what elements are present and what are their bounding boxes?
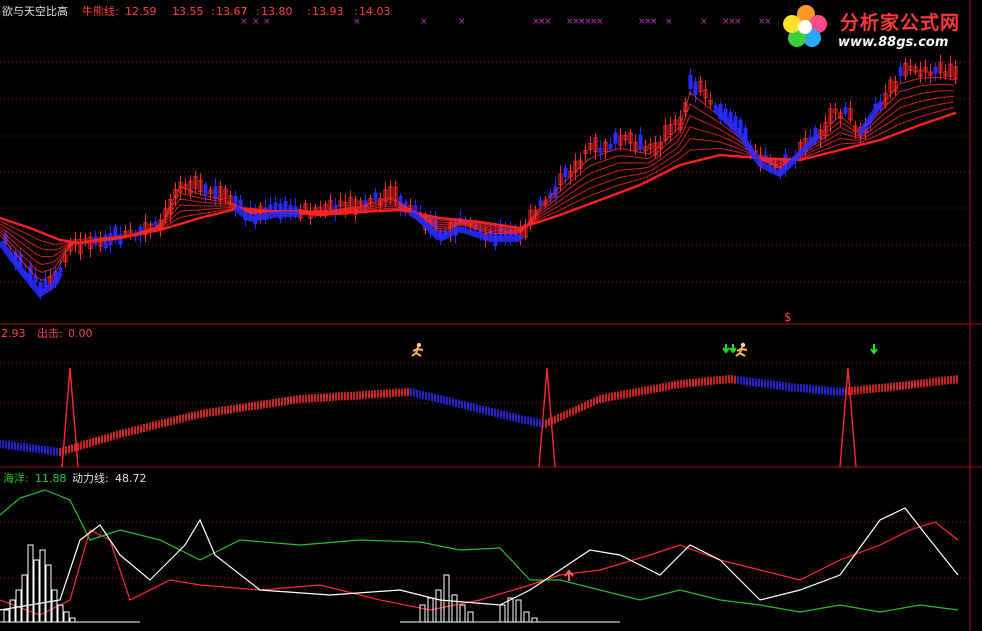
candle-body — [43, 279, 48, 288]
histogram-bar — [451, 594, 458, 623]
power-white-line — [0, 507, 959, 611]
candle-body — [613, 132, 618, 144]
line-value-2: 13.55 — [172, 5, 204, 18]
logo-title: 分析家公式网 — [840, 12, 961, 34]
histogram-bar — [523, 611, 530, 623]
cross-marker: × — [240, 17, 248, 27]
candle-body — [598, 147, 603, 154]
candle-body — [563, 167, 568, 178]
runner-icon — [411, 342, 424, 357]
cross-marker: × — [734, 17, 742, 27]
candle-body — [933, 66, 938, 74]
candle-body — [738, 119, 743, 132]
candle-body — [688, 74, 693, 89]
histogram-bar — [531, 617, 538, 623]
candle-body — [843, 107, 848, 114]
ocean-label: 海洋: — [3, 472, 29, 485]
histogram-bar — [459, 604, 466, 623]
histogram-bar — [507, 597, 514, 623]
candle-body — [373, 192, 378, 201]
histogram-bar — [467, 611, 474, 623]
histogram-bar — [3, 609, 10, 623]
ma-line — [0, 83, 955, 274]
candle-body — [153, 221, 158, 227]
candle-body — [638, 134, 643, 150]
line-value-3: 13.67 — [216, 5, 248, 18]
cross-marker: × — [458, 17, 466, 27]
candle-body — [283, 200, 288, 212]
mid-value: 2.93 — [1, 327, 26, 340]
cross-marker: × — [252, 17, 260, 27]
power-line-label: 动力线: — [72, 472, 109, 485]
cross-marker: × — [420, 17, 428, 27]
candle-body — [213, 186, 218, 200]
site-logo: 分析家公式网 www.88gs.com — [782, 2, 982, 58]
histogram-bar — [21, 574, 28, 623]
cross-marker: × — [700, 17, 708, 27]
bull-bear-line-label: 牛熊线: — [82, 5, 119, 18]
signal-marker: $ — [784, 310, 792, 324]
sep-5: : — [354, 5, 358, 18]
ma-line — [0, 106, 955, 245]
histogram-bar — [63, 611, 70, 623]
candlesticks[interactable] — [3, 54, 958, 300]
sep-3: : — [256, 5, 260, 18]
histogram-bar — [39, 549, 46, 623]
moving-average-bundle — [0, 76, 957, 299]
cross-marker: × — [764, 17, 772, 27]
histogram-bar — [443, 574, 450, 623]
signal-spike — [839, 367, 857, 468]
indicator-name: 欲与天空比高 — [2, 5, 68, 18]
cross-marker: × — [544, 17, 552, 27]
runner-icon — [735, 342, 748, 357]
line-value-5: 13.93 — [312, 5, 344, 18]
grid-lines — [0, 61, 970, 579]
ma-line — [0, 90, 955, 266]
histogram-bar — [69, 617, 76, 623]
histogram-bar — [9, 599, 16, 623]
exit-label: 出击: — [37, 327, 63, 340]
power-line-value: 48.72 — [115, 472, 147, 485]
histogram-bar — [499, 604, 506, 623]
cross-marker: × — [596, 17, 604, 27]
histogram-bar — [45, 564, 52, 623]
chart-canvas[interactable]: × × × × × × ××× ×××××× ××× × × ××× ×× — [0, 0, 982, 631]
histogram-bar — [51, 589, 58, 623]
cross-marker: × — [665, 17, 673, 27]
ocean-value: 11.88 — [35, 472, 67, 485]
down-arrow-icon — [870, 344, 878, 355]
candle-body — [693, 81, 698, 95]
cross-marker: × — [263, 17, 271, 27]
candle-body — [608, 144, 613, 150]
logo-url: www.88gs.com — [838, 35, 949, 50]
exit-value: 0.00 — [68, 327, 93, 340]
signal-spike — [61, 367, 79, 468]
up-arrow-icon — [564, 569, 574, 581]
line-value-1: 12.59 — [125, 5, 157, 18]
sep-2: : — [211, 5, 215, 18]
candle-body — [898, 66, 903, 76]
histogram-bar — [515, 599, 522, 623]
cross-marker: × — [353, 17, 361, 27]
stock-chart-window: × × × × × × × × × × × × × × × × × × × × × × × × × 欲与天空比高 牛熊线: 12… — [0, 0, 982, 631]
cross-marker: × — [650, 17, 658, 27]
candle-body — [58, 267, 63, 273]
bottom-panel-indicator — [0, 489, 959, 623]
line-value-4: 13.80 — [261, 5, 293, 18]
histogram-bar — [57, 604, 64, 623]
candle-body — [538, 200, 543, 207]
histogram-bar — [435, 589, 442, 623]
down-arrow-icon — [722, 344, 737, 354]
flower-logo-icon — [783, 5, 827, 47]
ma-line — [0, 76, 955, 281]
candle-body — [203, 184, 208, 195]
cross-markers: × × × × × × ××× ×××××× ××× × × ××× ×× — [240, 17, 772, 27]
line-value-6: 14.03 — [359, 5, 391, 18]
mid-panel-indicator — [0, 367, 958, 468]
sep-4: : — [307, 5, 311, 18]
